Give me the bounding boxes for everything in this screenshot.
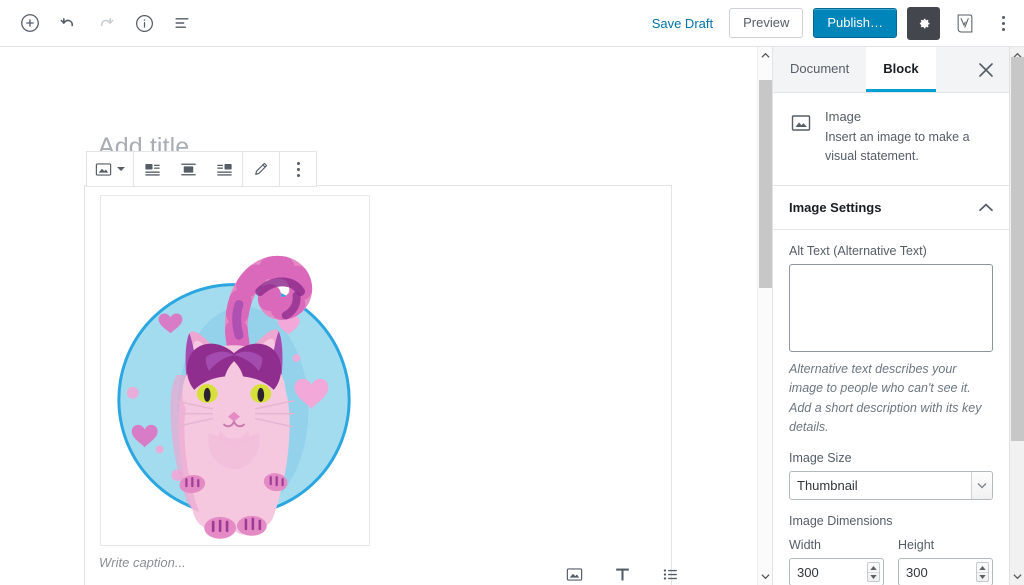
tab-document[interactable]: Document <box>773 47 866 92</box>
editor-canvas-region: Add title <box>0 47 772 585</box>
publish-button[interactable]: Publish… <box>813 8 897 38</box>
image-caption-placeholder[interactable]: Write caption... <box>99 555 186 570</box>
settings-sidebar: Document Block Image Insert an image to … <box>772 47 1009 585</box>
pink-purple-cat-illustration <box>101 196 369 545</box>
image-block-media[interactable] <box>100 195 370 546</box>
height-label: Height <box>898 538 993 552</box>
width-stepper-down[interactable] <box>868 573 879 582</box>
align-left-icon[interactable] <box>134 152 170 186</box>
image-block-wrapper[interactable]: Write caption... <box>84 185 672 585</box>
image-block-icon <box>789 111 813 135</box>
alt-text-help: Alternative text describes your image to… <box>789 360 993 438</box>
top-bar-left-tools <box>0 5 200 41</box>
redo-icon[interactable] <box>88 5 124 41</box>
width-label: Width <box>789 538 884 552</box>
close-icon[interactable] <box>971 55 1001 85</box>
block-more-group <box>280 152 316 186</box>
block-alignment-group <box>134 152 243 186</box>
ellipsis-vertical-icon[interactable] <box>990 8 1016 38</box>
image-dimensions-label: Image Dimensions <box>789 514 993 528</box>
editor-scrollbar[interactable] <box>757 47 772 585</box>
sidebar-tabs: Document Block <box>773 47 1009 93</box>
height-stepper-up[interactable] <box>977 563 988 573</box>
editor-top-bar: Save Draft Preview Publish… <box>0 0 1024 47</box>
alt-text-label: Alt Text (Alternative Text) <box>789 244 993 258</box>
block-type-group <box>87 152 134 186</box>
block-info-description: Insert an image to make a visual stateme… <box>825 128 993 167</box>
dimensions-row: Width Height <box>789 538 993 585</box>
image-size-select[interactable]: Thumbnail <box>789 471 993 500</box>
image-size-select-wrap: Thumbnail <box>789 471 993 500</box>
scrollbar-up-arrow[interactable] <box>758 47 773 64</box>
block-type-image-icon[interactable] <box>87 152 119 186</box>
yoast-seo-icon[interactable] <box>950 8 980 38</box>
ellipsis-dots <box>1002 16 1005 31</box>
insert-text-icon[interactable] <box>610 562 634 585</box>
insert-image-icon[interactable] <box>562 562 586 585</box>
block-type-dropdown-caret[interactable] <box>117 167 125 171</box>
post-canvas: Add title <box>0 47 760 585</box>
image-settings-body: Alt Text (Alternative Text) Alternative … <box>773 230 1009 585</box>
image-size-label: Image Size <box>789 451 993 465</box>
height-stepper-down[interactable] <box>977 573 988 582</box>
chevron-up-icon[interactable] <box>979 203 993 212</box>
align-right-icon[interactable] <box>206 152 242 186</box>
wordpress-block-editor: Save Draft Preview Publish… <box>0 0 1024 585</box>
block-info-text: Image Insert an image to make a visual s… <box>825 109 993 167</box>
undo-icon[interactable] <box>50 5 86 41</box>
block-more-options-icon[interactable] <box>280 152 316 186</box>
top-bar-right-actions: Save Draft Preview Publish… <box>646 7 1024 40</box>
preview-button[interactable]: Preview <box>729 8 803 38</box>
image-settings-title: Image Settings <box>789 200 881 215</box>
image-settings-panel-header[interactable]: Image Settings <box>773 186 1009 230</box>
quick-inserter-bar <box>562 562 682 585</box>
block-navigation-icon[interactable] <box>164 5 200 41</box>
width-field-group: Width <box>789 538 884 585</box>
block-toolbar <box>86 151 317 187</box>
sidebar-scrollbar[interactable] <box>1009 47 1024 585</box>
height-field-group: Height <box>898 538 993 585</box>
width-stepper-up[interactable] <box>868 563 879 573</box>
align-center-icon[interactable] <box>170 152 206 186</box>
save-draft-link[interactable]: Save Draft <box>646 12 719 35</box>
block-info-title: Image <box>825 109 993 124</box>
edit-pencil-icon[interactable] <box>243 152 279 186</box>
tab-block[interactable]: Block <box>866 47 935 92</box>
gear-icon[interactable] <box>907 7 940 40</box>
scrollbar-down-arrow[interactable] <box>758 568 773 585</box>
sidebar-scrollbar-thumb[interactable] <box>1011 57 1024 441</box>
width-stepper[interactable] <box>867 562 880 582</box>
alt-text-input[interactable] <box>789 264 993 352</box>
sidebar-scrollbar-down-arrow[interactable] <box>1010 568 1024 585</box>
scrollbar-thumb[interactable] <box>759 80 772 288</box>
insert-list-icon[interactable] <box>658 562 682 585</box>
add-block-icon[interactable] <box>12 5 48 41</box>
height-stepper[interactable] <box>976 562 989 582</box>
block-info-card: Image Insert an image to make a visual s… <box>773 93 1009 186</box>
info-icon[interactable] <box>126 5 162 41</box>
block-edit-group <box>243 152 280 186</box>
